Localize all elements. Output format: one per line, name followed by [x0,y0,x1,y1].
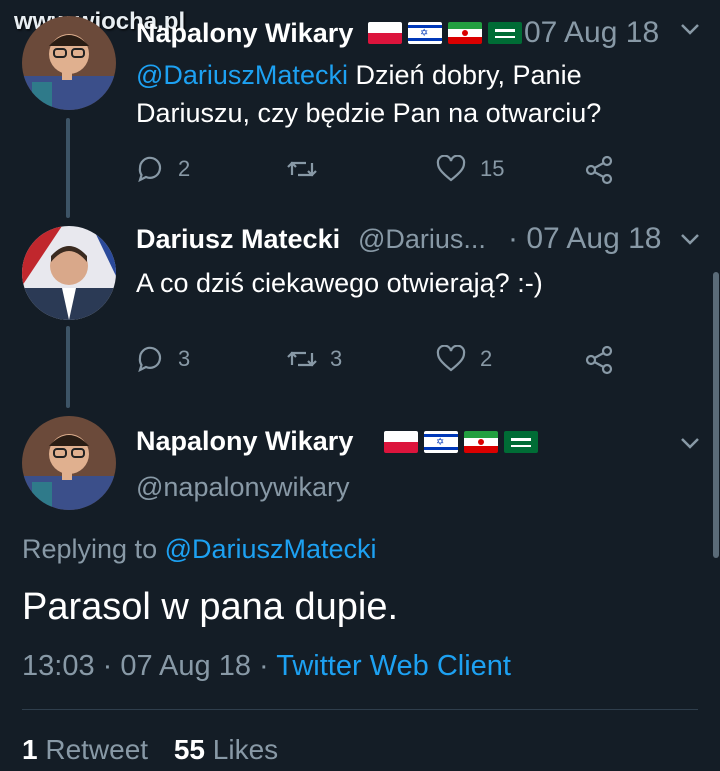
retweet-button[interactable]: 3 [286,345,342,373]
retweet-label: Retweet [45,734,149,765]
main-author-name[interactable]: Napalony Wikary [136,426,353,457]
chevron-down-icon[interactable] [680,22,700,41]
replying-to-link[interactable]: @DariuszMatecki [165,534,377,564]
tweet-date[interactable]: 07 Aug 18 [524,16,659,50]
like-count: 55 [173,734,206,765]
chevron-down-icon[interactable] [680,436,700,455]
avatar-napalony-wikary[interactable] [22,416,116,510]
tweet-text: A co dziś ciekawego otwierają? :-) [136,268,543,298]
share-button[interactable] [584,155,614,185]
share-icon [585,155,613,185]
like-count: 2 [480,346,493,371]
retweet-stat[interactable]: 1 Retweet [22,734,148,765]
heart-icon [436,345,466,372]
reply-button[interactable]: 2 [136,155,190,183]
israel-flag-icon: ✡ [424,431,458,453]
tweet-timestamp[interactable]: 13:03 · 07 Aug 18 · [22,650,276,682]
divider [22,709,698,710]
flag-emojis: ✡ [384,431,538,453]
reply-button[interactable]: 3 [136,345,190,373]
tweet-author-name[interactable]: Napalony Wikary [136,18,353,49]
like-label: Likes [212,734,279,765]
retweet-count: 1 [22,734,38,765]
reply-count: 2 [178,156,191,181]
tweet-author-name[interactable]: Dariusz Matecki [136,224,340,255]
chevron-down-icon[interactable] [680,232,700,251]
replying-prefix: Replying to [22,534,165,564]
like-button[interactable]: 2 [436,345,492,373]
like-stat[interactable]: 55 Likes [174,734,278,765]
engagement-stats: 1 Retweet 55 Likes [22,734,278,766]
retweet-count: 3 [330,346,343,371]
replying-to: Replying to @DariuszMatecki [22,534,377,565]
avatar-napalony-wikary[interactable] [22,16,116,110]
reply-icon [138,156,162,183]
tweet-text: @DariuszMatecki Dzień dobry, Panie Dariu… [136,56,676,132]
reply-count: 3 [178,346,191,371]
retweet-icon [287,161,317,177]
main-tweet-text: Parasol w pana dupie. [22,586,399,628]
main-author-handle[interactable]: @napalonywikary [136,472,350,503]
thread-line [66,326,70,408]
retweet-button[interactable] [286,155,332,183]
iran-flag-icon [448,22,482,44]
poland-flag-icon [368,22,402,44]
client-link[interactable]: Twitter Web Client [276,650,511,682]
saudi-flag-icon [504,431,538,453]
share-button[interactable] [584,345,614,375]
israel-flag-icon: ✡ [408,22,442,44]
poland-flag-icon [384,431,418,453]
tweet-date[interactable]: · 07 Aug 18 [508,222,661,256]
flag-emojis: ✡ [368,22,522,44]
retweet-icon [287,351,317,367]
saudi-flag-icon [488,22,522,44]
tweet-author-handle[interactable]: @Darius... [358,224,486,255]
iran-flag-icon [464,431,498,453]
scrollbar[interactable] [713,272,719,558]
tweet-meta: 13:03 · 07 Aug 18 · Twitter Web Client [22,650,511,683]
thread-line [66,118,70,218]
share-icon [585,345,613,375]
like-button[interactable]: 15 [436,155,504,183]
avatar-dariusz-matecki[interactable] [22,226,116,320]
reply-icon [138,346,162,373]
heart-icon [436,155,466,182]
like-count: 15 [480,156,505,181]
mention-link[interactable]: @DariuszMatecki [136,60,348,90]
